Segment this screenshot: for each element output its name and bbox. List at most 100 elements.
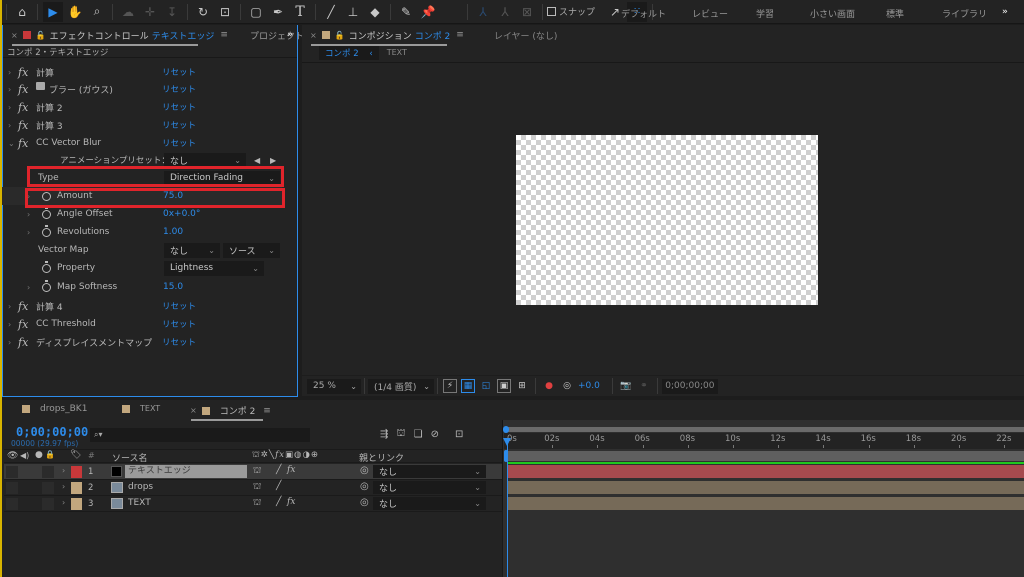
fx-icon[interactable]: fx: [18, 66, 28, 79]
playhead-marker-icon[interactable]: [503, 438, 511, 446]
playhead-line[interactable]: [507, 440, 508, 577]
visibility-toggle[interactable]: [6, 498, 18, 510]
puppet-pin-icon[interactable]: 📌: [418, 2, 438, 22]
effect-row-calc-4[interactable]: › fx 計算 4 リセット: [2, 297, 282, 315]
lock-toggle[interactable]: [42, 466, 54, 478]
resolution-dropdown[interactable]: (1/4 画質) ⌄: [368, 378, 434, 394]
expand-chevron-icon[interactable]: ›: [8, 103, 11, 112]
pen-tool-icon[interactable]: ✒: [268, 2, 288, 22]
expand-chevron-icon[interactable]: ›: [62, 482, 65, 491]
fx-switch-icon[interactable]: fx: [287, 465, 295, 475]
fx-icon[interactable]: fx: [18, 137, 28, 150]
parent-pickwhip-icon[interactable]: ◎: [360, 465, 369, 476]
effect-row-cc-vector-blur[interactable]: ⌄ fx CC Vector Blur リセット: [2, 134, 282, 152]
expand-chevron-icon[interactable]: ›: [27, 228, 30, 237]
fx-switch-icon[interactable]: fx: [287, 497, 295, 507]
parent-dropdown[interactable]: なし ⌄: [373, 465, 486, 478]
parent-pickwhip-icon[interactable]: ◎: [360, 497, 369, 508]
view-axis-icon[interactable]: ⊠: [517, 2, 537, 22]
time-ruler[interactable]: [504, 433, 1024, 449]
label-color-swatch[interactable]: [71, 482, 82, 494]
expand-chevron-icon[interactable]: ›: [27, 283, 30, 292]
tab-layer[interactable]: レイヤー (なし): [490, 25, 562, 45]
shy-layers-icon[interactable]: ❏: [414, 429, 423, 440]
stopwatch-icon[interactable]: [42, 206, 51, 219]
tab-composition[interactable]: × 🔓 コンポジション コンポ 2 ≡: [302, 25, 468, 45]
reset-link[interactable]: リセット: [162, 336, 196, 348]
hand-tool-icon[interactable]: ✋: [65, 2, 85, 22]
effect-row-cc-threshold[interactable]: › fx CC Threshold リセット: [2, 315, 282, 333]
timeline-tab-text[interactable]: TEXT: [122, 404, 160, 413]
parent-dropdown[interactable]: なし ⌄: [373, 481, 486, 494]
layer-row-2[interactable]: › 2 drops ⛫ ╱ ◎ なし ⌄: [4, 480, 502, 496]
effect-row-calc[interactable]: › fx 計算 リセット: [2, 63, 282, 81]
expand-chevron-icon[interactable]: ›: [8, 121, 11, 130]
fx-icon[interactable]: fx: [18, 318, 28, 331]
roto-brush-icon[interactable]: ✎: [396, 2, 416, 22]
workspace-default[interactable]: デフォルト: [621, 7, 666, 20]
current-time-display[interactable]: 0;00;00;00: [661, 378, 718, 394]
panel-menu-icon[interactable]: ≡: [220, 30, 228, 40]
timeline-tab-comp2[interactable]: × コンポ 2 ≡: [190, 404, 271, 418]
expand-chevron-icon[interactable]: ›: [62, 466, 65, 475]
anchor-point-tool-icon[interactable]: ⊡: [215, 2, 235, 22]
layer-bar-2[interactable]: [507, 481, 1024, 494]
reset-link[interactable]: リセット: [162, 137, 196, 149]
snapshot-camera-icon[interactable]: 📷: [619, 379, 633, 393]
stopwatch-icon[interactable]: [42, 260, 51, 273]
fx-icon[interactable]: fx: [18, 101, 28, 114]
exposure-reset-icon[interactable]: ◎: [560, 379, 574, 393]
home-icon[interactable]: ⌂: [12, 2, 32, 22]
magnification-dropdown[interactable]: 25 % ⌄: [307, 378, 361, 394]
time-navigator-bar[interactable]: [505, 427, 1024, 432]
tab-effect-controls[interactable]: × 🔓 エフェクトコントロール テキストエッジ ≡: [3, 25, 232, 45]
timeline-search-input[interactable]: ⌕▾: [90, 428, 310, 442]
flow-prev-comp[interactable]: TEXT: [387, 48, 407, 57]
timeline-current-time[interactable]: 0;00;00;00: [16, 425, 88, 439]
reset-link[interactable]: リセット: [162, 83, 196, 95]
softness-value[interactable]: 15.0: [163, 282, 183, 292]
reset-link[interactable]: リセット: [162, 101, 196, 113]
collapse-switch-icon[interactable]: ⛫: [253, 466, 261, 477]
fx-icon[interactable]: fx: [18, 83, 28, 96]
workspace-review[interactable]: レビュー: [692, 7, 728, 20]
expand-chevron-icon[interactable]: ›: [8, 302, 11, 311]
tab-project[interactable]: プロジェクト: [246, 25, 308, 45]
lock-icon[interactable]: 🔓: [36, 31, 46, 40]
fx-icon[interactable]: fx: [18, 119, 28, 132]
zoom-tool-icon[interactable]: ⌕: [87, 2, 107, 22]
reset-link[interactable]: リセット: [162, 66, 196, 78]
prev-preset-icon[interactable]: ◀: [254, 156, 260, 165]
workspace-learn[interactable]: 学習: [756, 7, 774, 20]
quality-switch-icon[interactable]: ╱: [276, 481, 281, 491]
panel-overflow-button[interactable]: »: [283, 25, 297, 45]
effect-row-displacement-map[interactable]: › fx ディスプレイスメントマップ リセット: [2, 333, 282, 351]
transparency-grid-icon[interactable]: ▦: [461, 379, 475, 393]
effect-row-calc-2[interactable]: › fx 計算 2 リセット: [2, 98, 282, 116]
layer-bar-1[interactable]: [507, 465, 1024, 478]
rotate-tool-icon[interactable]: ↻: [193, 2, 213, 22]
workspace-small-screen[interactable]: 小さい画面: [810, 7, 855, 20]
layer-name[interactable]: テキストエッジ: [125, 465, 247, 478]
label-tag-icon[interactable]: 🏷: [70, 450, 81, 460]
solo-icon[interactable]: ●: [35, 450, 43, 460]
eye-icon[interactable]: 👁: [7, 451, 18, 461]
comp-flowchart-icon[interactable]: ⇶: [380, 429, 388, 440]
mask-path-visibility-icon[interactable]: ◱: [479, 379, 493, 393]
layer-row-3[interactable]: › 3 TEXT ⛫ ╱ fx ◎ なし ⌄: [4, 496, 502, 512]
expand-chevron-icon[interactable]: ›: [8, 338, 11, 347]
draft-3d-icon[interactable]: ⛫: [396, 428, 405, 441]
quality-switch-icon[interactable]: ╱: [276, 497, 281, 507]
timeline-tab-drops-bk1[interactable]: drops_BK1: [22, 404, 87, 414]
property-dropdown[interactable]: Lightness ⌄: [164, 260, 264, 276]
panel-menu-icon[interactable]: ≡: [456, 30, 464, 40]
collapse-switch-icon[interactable]: ⛫: [253, 482, 261, 493]
graph-editor-icon[interactable]: ⊡: [455, 429, 463, 440]
close-icon[interactable]: ×: [11, 31, 18, 40]
parent-pickwhip-icon[interactable]: ◎: [360, 481, 369, 492]
fx-icon[interactable]: fx: [18, 300, 28, 313]
brush-tool-icon[interactable]: ╱: [321, 2, 341, 22]
type-tool-icon[interactable]: T: [290, 2, 310, 22]
exposure-value[interactable]: +0.0: [578, 381, 600, 391]
rectangle-tool-icon[interactable]: ▢: [246, 2, 266, 22]
